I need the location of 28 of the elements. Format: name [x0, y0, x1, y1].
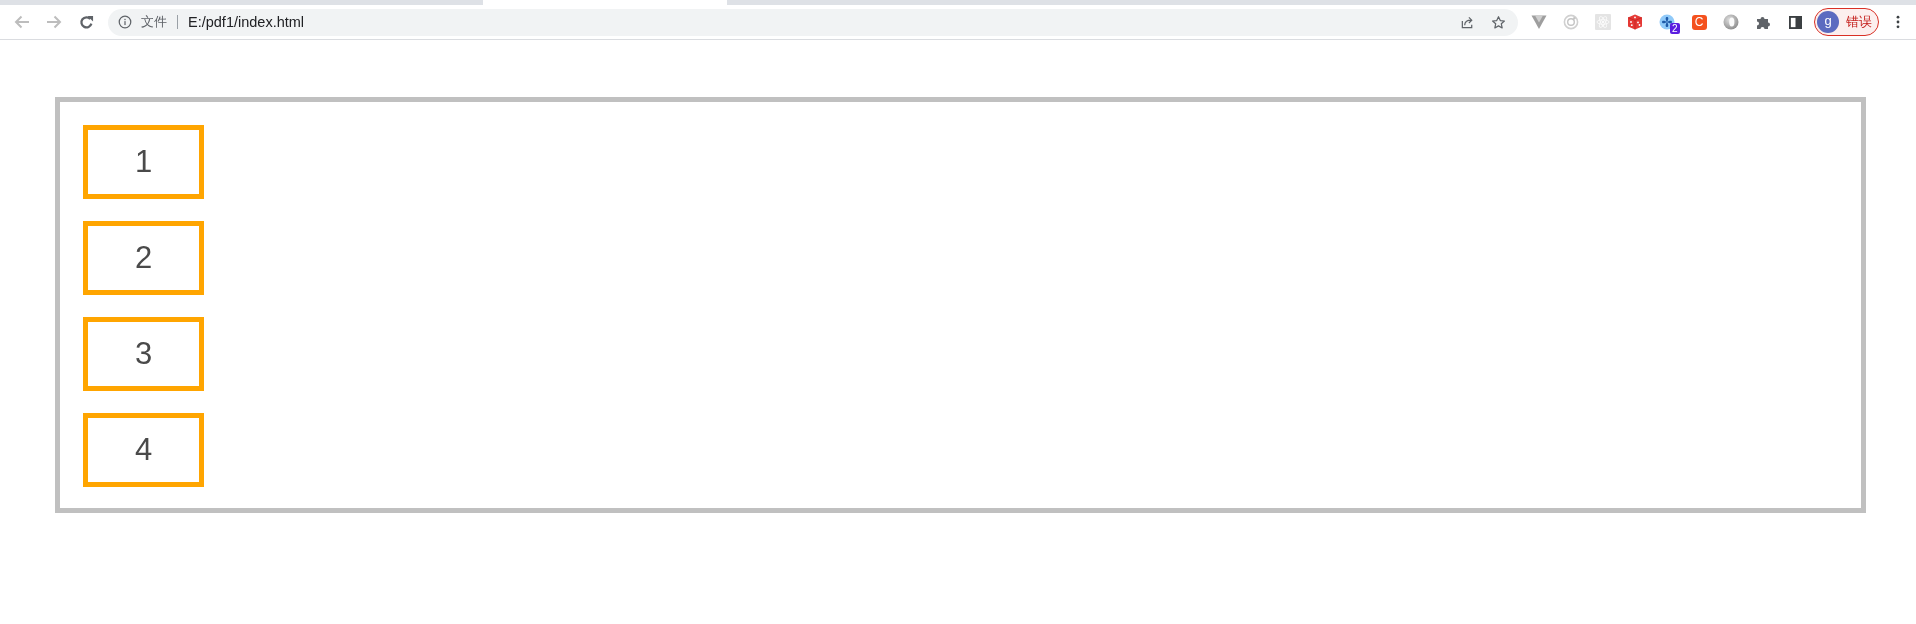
profile-status: 错误	[1846, 13, 1872, 31]
dice-icon	[1627, 14, 1643, 30]
number-box: 4	[83, 413, 204, 487]
share-icon[interactable]	[1460, 14, 1475, 30]
extension-button[interactable]: 2	[1651, 8, 1683, 36]
number-box: 2	[83, 221, 204, 295]
menu-icon	[1896, 15, 1900, 29]
number-box: 1	[83, 125, 204, 199]
reload-icon	[78, 14, 94, 30]
security-label[interactable]: 文件	[141, 13, 167, 31]
info-icon[interactable]	[118, 15, 132, 29]
puzzle-icon	[1755, 14, 1771, 30]
profile-button[interactable]: g 错误	[1814, 8, 1879, 36]
letter-tile-icon: C	[1691, 14, 1707, 30]
arrow-left-icon	[14, 14, 30, 30]
atom-icon	[1595, 14, 1611, 30]
v-shape-icon	[1531, 14, 1547, 30]
side-panel-icon	[1788, 15, 1802, 29]
url-text[interactable]: E:/pdf1/index.html	[188, 14, 305, 30]
avatar-icon: g	[1817, 11, 1839, 33]
star-icon[interactable]	[1491, 14, 1506, 30]
count-badge: 2	[1670, 23, 1680, 34]
address-bar[interactable]: 文件 E:/pdf1/index.html	[108, 8, 1518, 36]
ring-icon	[1563, 14, 1579, 30]
number-box: 3	[83, 317, 204, 391]
arrow-right-icon	[46, 14, 62, 30]
fan-icon	[1659, 14, 1675, 30]
ring-icon	[1723, 14, 1739, 30]
